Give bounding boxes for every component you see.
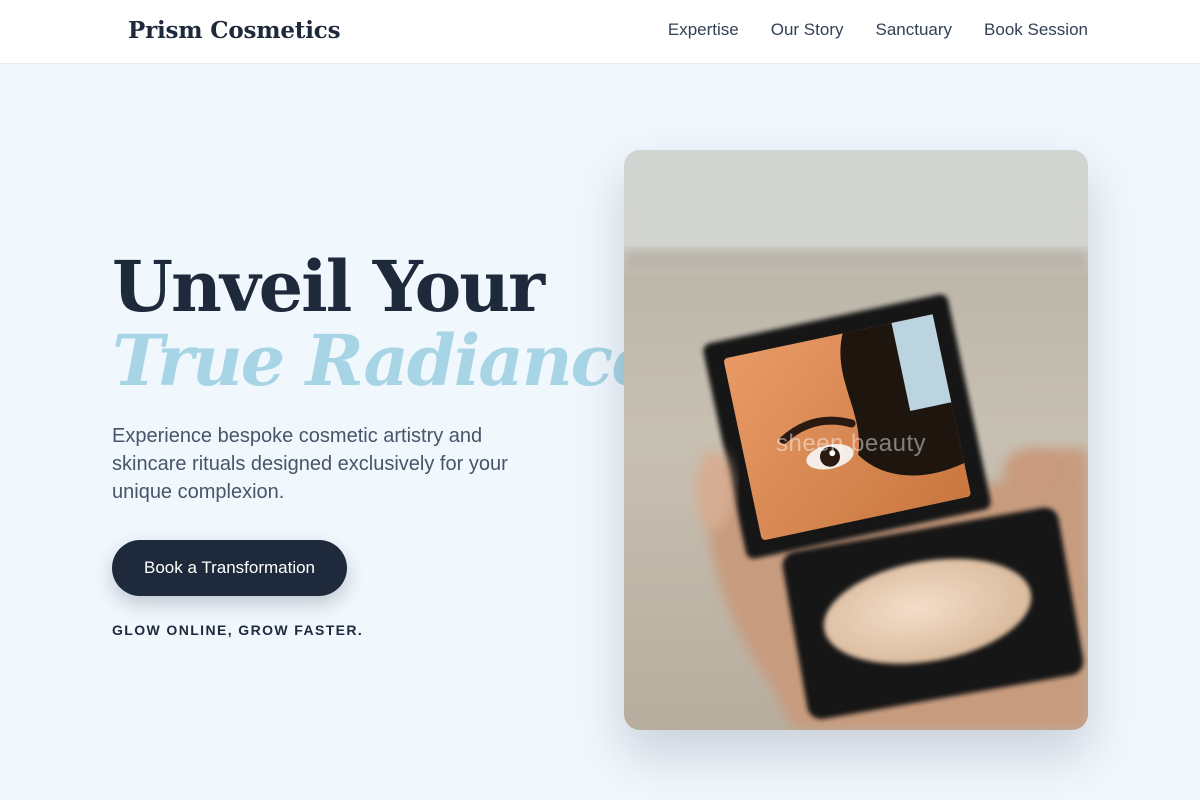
- hero-content: Unveil Your True Radiance Experience bes…: [112, 245, 656, 638]
- headline-line-2: True Radiance: [112, 319, 656, 402]
- nav-link-our-story[interactable]: Our Story: [771, 20, 844, 40]
- book-transformation-button[interactable]: Book a Transformation: [112, 540, 347, 596]
- brand-logo[interactable]: Prism Cosmetics: [128, 17, 341, 44]
- hero-headline: Unveil Your True Radiance: [112, 245, 656, 402]
- navbar: Prism Cosmetics Expertise Our Story Sanc…: [0, 0, 1200, 64]
- nav-link-sanctuary[interactable]: Sanctuary: [876, 20, 953, 40]
- headline-line-1: Unveil Your: [112, 245, 545, 328]
- nav-link-book-session[interactable]: Book Session: [984, 20, 1088, 40]
- image-watermark: sheen beauty: [776, 430, 927, 457]
- hero-tagline: GLOW ONLINE, GROW FASTER.: [112, 622, 364, 638]
- nav-link-expertise[interactable]: Expertise: [668, 20, 739, 40]
- hero-image: sheen beauty: [624, 150, 1088, 730]
- hero-subtitle: Experience bespoke cosmetic artistry and…: [112, 425, 508, 503]
- nav-links: Expertise Our Story Sanctuary Book Sessi…: [668, 20, 1088, 40]
